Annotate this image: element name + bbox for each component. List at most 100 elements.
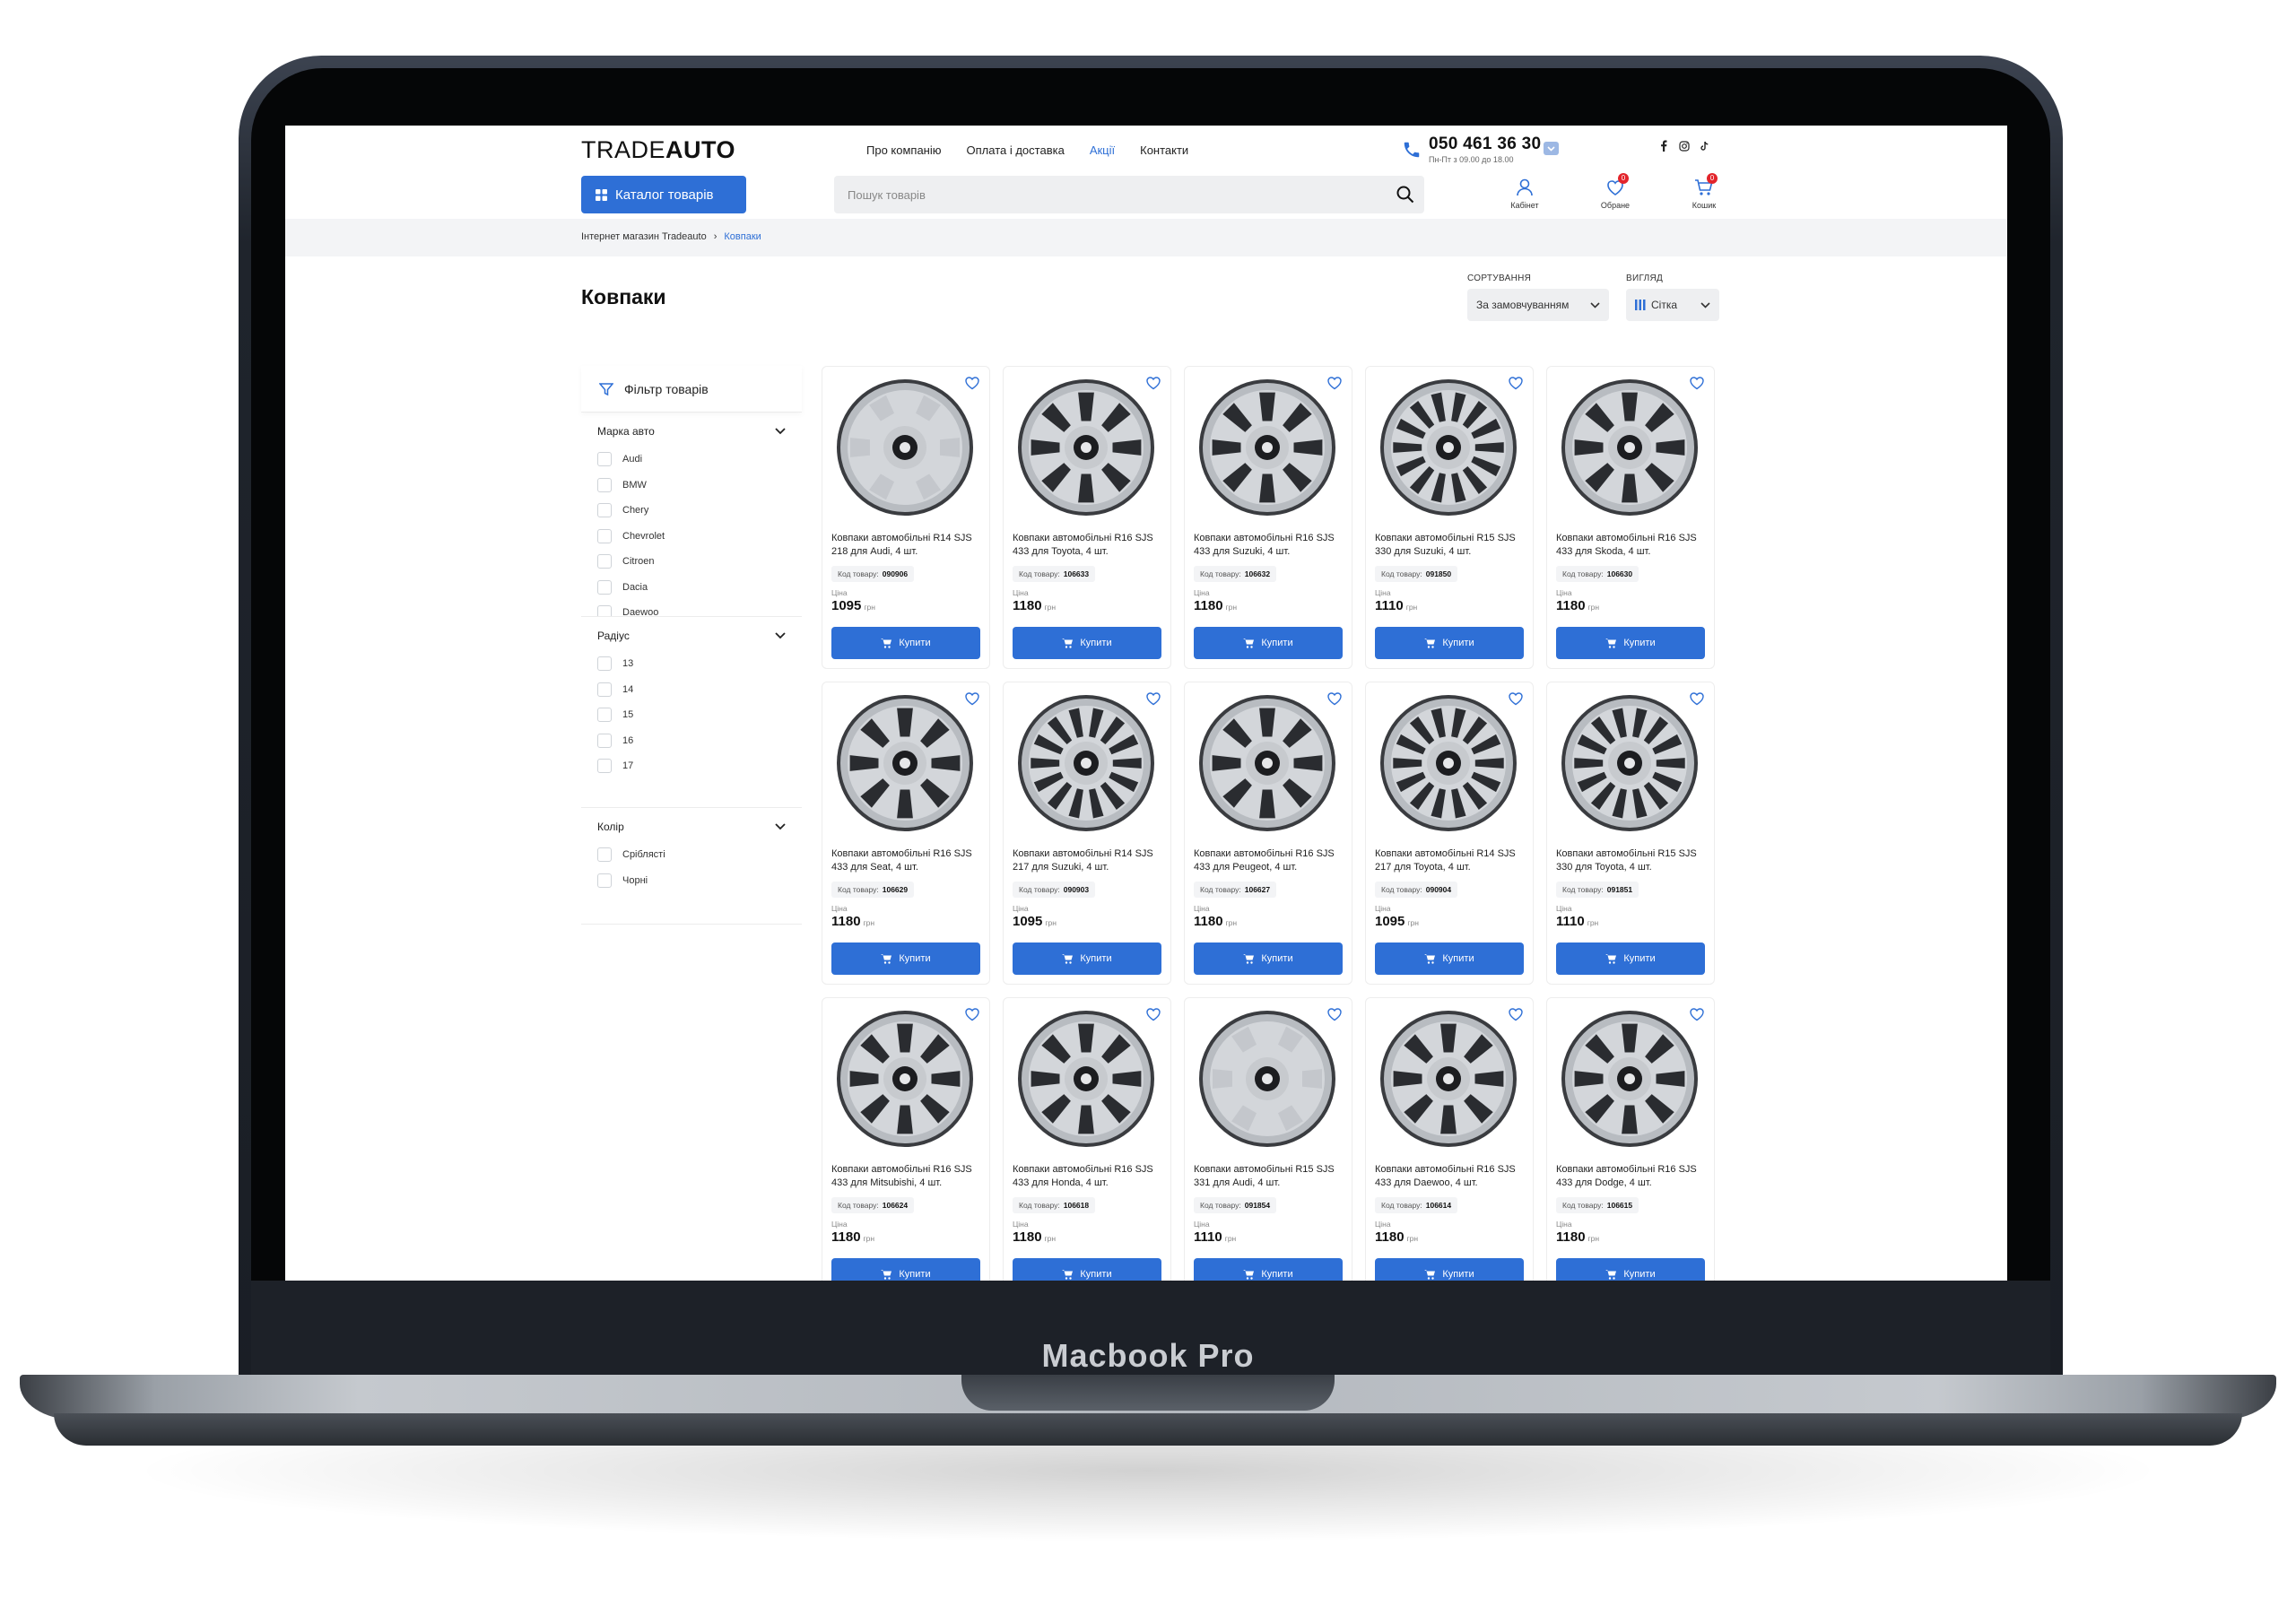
buy-button[interactable]: Купити [1375, 942, 1524, 975]
cabinet-link[interactable]: Кабінет [1498, 176, 1552, 210]
product-card[interactable]: Ковпаки автомобільні R14 SJS 217 для Suz… [1003, 682, 1171, 985]
filter-option[interactable]: Chery [597, 498, 786, 524]
product-name[interactable]: Ковпаки автомобільні R16 SJS 433 для Hon… [1013, 1163, 1163, 1190]
wheel-cover-skoda-icon[interactable] [1560, 378, 1700, 517]
search-input[interactable] [834, 176, 1372, 213]
wheel-cover-mitsubishi-icon[interactable] [835, 1009, 975, 1149]
nav-promotions[interactable]: Акції [1090, 143, 1115, 157]
product-name[interactable]: Ковпаки автомобільні R16 SJS 433 для Sea… [831, 847, 982, 874]
filter-option[interactable]: 17 [597, 753, 786, 779]
buy-button[interactable]: Купити [1375, 627, 1524, 659]
breadcrumb-home[interactable]: Інтернет магазин Tradeauto [581, 231, 707, 242]
wheel-cover-toyota-icon[interactable] [1016, 378, 1156, 517]
filter-option[interactable]: Citroen [597, 549, 786, 575]
wheel-cover-suzuki-icon[interactable] [1378, 378, 1518, 517]
product-card[interactable]: Ковпаки автомобільні R16 SJS 433 для Toy… [1003, 366, 1171, 669]
buy-button[interactable]: Купити [1556, 942, 1705, 975]
phone-dropdown-button[interactable] [1544, 142, 1559, 155]
site-logo[interactable]: TRADEAUTO [581, 136, 735, 164]
buy-button[interactable]: Купити [1375, 1258, 1524, 1281]
checkbox[interactable] [597, 733, 612, 748]
wheel-cover-audi-icon[interactable] [1197, 1009, 1337, 1149]
product-card[interactable]: Ковпаки автомобільні R14 SJS 218 для Aud… [822, 366, 990, 669]
product-card[interactable]: Ковпаки автомобільні R15 SJS 330 для Suz… [1365, 366, 1534, 669]
filter-group-color-toggle[interactable]: Колір [597, 821, 786, 833]
product-name[interactable]: Ковпаки автомобільні R16 SJS 433 для Toy… [1013, 532, 1163, 559]
product-card[interactable]: Ковпаки автомобільні R16 SJS 433 для Dae… [1365, 997, 1534, 1281]
product-card[interactable]: Ковпаки автомобільні R16 SJS 433 для Peu… [1184, 682, 1352, 985]
filter-option[interactable]: Сріблясті [597, 842, 786, 868]
product-name[interactable]: Ковпаки автомобільні R14 SJS 218 для Aud… [831, 532, 982, 559]
checkbox[interactable] [597, 554, 612, 569]
checkbox[interactable] [597, 579, 612, 595]
facebook-icon[interactable] [1657, 140, 1669, 152]
product-card[interactable]: Ковпаки автомобільні R15 SJS 330 для Toy… [1546, 682, 1715, 985]
wheel-cover-daewoo-icon[interactable] [1378, 1009, 1518, 1149]
filter-option[interactable]: BMW [597, 473, 786, 499]
buy-button[interactable]: Купити [1013, 627, 1161, 659]
nav-contacts[interactable]: Контакти [1140, 143, 1188, 157]
filter-option[interactable]: 15 [597, 702, 786, 728]
filter-group-brand-toggle[interactable]: Марка авто [597, 425, 786, 438]
product-card[interactable]: Ковпаки автомобільні R14 SJS 217 для Toy… [1365, 682, 1534, 985]
checkbox[interactable] [597, 528, 612, 543]
product-name[interactable]: Ковпаки автомобільні R14 SJS 217 для Toy… [1375, 847, 1526, 874]
buy-button[interactable]: Купити [1194, 942, 1343, 975]
buy-button[interactable]: Купити [1013, 942, 1161, 975]
filter-option[interactable]: 16 [597, 728, 786, 754]
buy-button[interactable]: Купити [831, 627, 980, 659]
buy-button[interactable]: Купити [1194, 1258, 1343, 1281]
product-name[interactable]: Ковпаки автомобільні R15 SJS 330 для Toy… [1556, 847, 1707, 874]
filter-option[interactable]: Dacia [597, 575, 786, 601]
filter-group-radius-toggle[interactable]: Радіус [597, 630, 786, 642]
checkbox[interactable] [597, 708, 612, 723]
product-card[interactable]: Ковпаки автомобільні R15 SJS 331 для Aud… [1184, 997, 1352, 1281]
wheel-cover-peugeot-icon[interactable] [1197, 693, 1337, 833]
checkbox[interactable] [597, 656, 612, 672]
wheel-cover-suzuki-icon[interactable] [1016, 693, 1156, 833]
product-name[interactable]: Ковпаки автомобільні R14 SJS 217 для Suz… [1013, 847, 1163, 874]
checkbox[interactable] [597, 503, 612, 518]
product-card[interactable]: Ковпаки автомобільні R16 SJS 433 для Sko… [1546, 366, 1715, 669]
buy-button[interactable]: Купити [831, 1258, 980, 1281]
wheel-cover-toyota-icon[interactable] [1378, 693, 1518, 833]
checkbox[interactable] [597, 873, 612, 888]
filter-option[interactable]: Daewoo [597, 600, 786, 616]
instagram-icon[interactable] [1678, 140, 1690, 152]
product-card[interactable]: Ковпаки автомобільні R16 SJS 433 для Suz… [1184, 366, 1352, 669]
filter-option[interactable]: 14 [597, 677, 786, 703]
product-card[interactable]: Ковпаки автомобільні R16 SJS 433 для Hon… [1003, 997, 1171, 1281]
tiktok-icon[interactable] [1699, 140, 1710, 152]
nav-payment-delivery[interactable]: Оплата і доставка [967, 143, 1065, 157]
filter-option[interactable]: Чорні [597, 868, 786, 894]
product-name[interactable]: Ковпаки автомобільні R16 SJS 433 для Dae… [1375, 1163, 1526, 1190]
checkbox[interactable] [597, 477, 612, 492]
wheel-cover-toyota-icon[interactable] [1560, 693, 1700, 833]
buy-button[interactable]: Купити [1194, 627, 1343, 659]
product-name[interactable]: Ковпаки автомобільні R16 SJS 433 для Suz… [1194, 532, 1344, 559]
checkbox[interactable] [597, 759, 612, 774]
product-card[interactable]: Ковпаки автомобільні R16 SJS 433 для Mit… [822, 997, 990, 1281]
wheel-cover-audi-icon[interactable] [835, 378, 975, 517]
wheel-cover-seat-icon[interactable] [835, 693, 975, 833]
product-name[interactable]: Ковпаки автомобільні R15 SJS 330 для Suz… [1375, 532, 1526, 559]
checkbox[interactable] [597, 682, 612, 697]
search-icon[interactable] [1396, 185, 1415, 204]
checkbox[interactable] [597, 452, 612, 467]
buy-button[interactable]: Купити [1556, 1258, 1705, 1281]
product-card[interactable]: Ковпаки автомобільні R16 SJS 433 для Sea… [822, 682, 990, 985]
product-name[interactable]: Ковпаки автомобільні R16 SJS 433 для Dod… [1556, 1163, 1707, 1190]
sort-select[interactable]: За замовчуванням [1467, 289, 1609, 321]
buy-button[interactable]: Купити [1013, 1258, 1161, 1281]
product-name[interactable]: Ковпаки автомобільні R16 SJS 433 для Mit… [831, 1163, 982, 1190]
favorites-link[interactable]: 0 Обране [1588, 173, 1642, 210]
cart-link[interactable]: 0 Кошик [1677, 173, 1731, 210]
filter-option[interactable]: Chevrolet [597, 524, 786, 550]
nav-about[interactable]: Про компанію [866, 143, 942, 157]
buy-button[interactable]: Купити [1556, 627, 1705, 659]
catalog-button[interactable]: Каталог товарів [581, 176, 746, 213]
product-card[interactable]: Ковпаки автомобільні R16 SJS 433 для Dod… [1546, 997, 1715, 1281]
product-name[interactable]: Ковпаки автомобільні R15 SJS 331 для Aud… [1194, 1163, 1344, 1190]
product-name[interactable]: Ковпаки автомобільні R16 SJS 433 для Sko… [1556, 532, 1707, 559]
wheel-cover-honda-icon[interactable] [1016, 1009, 1156, 1149]
